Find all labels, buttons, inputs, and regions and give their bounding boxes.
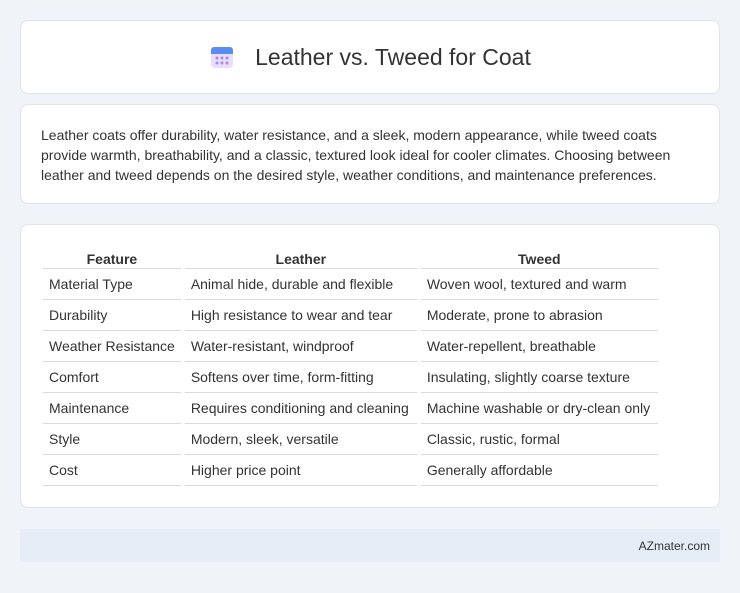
- table-cell: Style: [43, 424, 181, 455]
- table-cell: High resistance to wear and tear: [184, 300, 417, 331]
- page-title: Leather vs. Tweed for Coat: [255, 43, 531, 70]
- table-cell: Modern, sleek, versatile: [184, 424, 417, 455]
- table-cell: Machine washable or dry-clean only: [420, 393, 658, 424]
- table-cell: Weather Resistance: [43, 331, 181, 362]
- table-cell: Softens over time, form-fitting: [184, 362, 417, 393]
- table-cell: Durability: [43, 300, 181, 331]
- table-cell: Cost: [43, 455, 181, 486]
- table-cell: Moderate, prone to abrasion: [420, 300, 658, 331]
- footer-site-name[interactable]: AZmater.com: [639, 539, 710, 553]
- table-cell: Animal hide, durable and flexible: [184, 269, 417, 300]
- table-row: Cost Higher price point Generally afford…: [43, 455, 658, 486]
- calendar-icon: [211, 47, 234, 68]
- table-cell: Insulating, slightly coarse texture: [420, 362, 658, 393]
- table-row: Weather Resistance Water-resistant, wind…: [43, 331, 658, 362]
- table-row: Durability High resistance to wear and t…: [43, 300, 658, 331]
- table-row: Material Type Animal hide, durable and f…: [43, 269, 658, 300]
- footer: AZmater.com: [20, 529, 720, 562]
- table-row: Maintenance Requires conditioning and cl…: [43, 393, 658, 424]
- table-cell: Water-repellent, breathable: [420, 331, 658, 362]
- intro-card: Leather coats offer durability, water re…: [20, 104, 720, 204]
- table-cell: Material Type: [43, 269, 181, 300]
- table-row: Comfort Softens over time, form-fitting …: [43, 362, 658, 393]
- table-cell: Generally affordable: [420, 455, 658, 486]
- table-cell: Water-resistant, windproof: [184, 331, 417, 362]
- title-card: Leather vs. Tweed for Coat: [20, 20, 720, 94]
- comparison-table-card: Feature Leather Tweed Material Type Anim…: [20, 224, 720, 508]
- header-leather: Leather: [184, 247, 417, 269]
- table-cell: Maintenance: [43, 393, 181, 424]
- table-row: Style Modern, sleek, versatile Classic, …: [43, 424, 658, 455]
- comparison-table: Feature Leather Tweed Material Type Anim…: [39, 247, 662, 486]
- header-feature: Feature: [43, 247, 181, 269]
- table-cell: Woven wool, textured and warm: [420, 269, 658, 300]
- header-tweed: Tweed: [420, 247, 658, 269]
- table-cell: Higher price point: [184, 455, 417, 486]
- table-cell: Comfort: [43, 362, 181, 393]
- table-header-row: Feature Leather Tweed: [43, 247, 658, 269]
- table-cell: Requires conditioning and cleaning: [184, 393, 417, 424]
- table-cell: Classic, rustic, formal: [420, 424, 658, 455]
- intro-text: Leather coats offer durability, water re…: [41, 127, 671, 183]
